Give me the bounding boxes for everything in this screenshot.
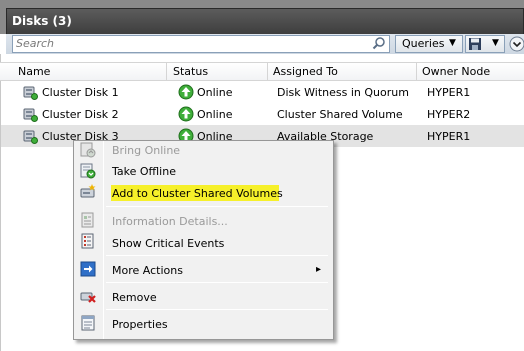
menu-item-add-to-cluster-shared-volumes[interactable]: Add to Cluster Shared Volumes — [112, 187, 283, 200]
menu-item-more-actions[interactable]: More Actions — [112, 264, 183, 277]
panel-titlebar — [6, 8, 524, 34]
chevron-down-icon: ▼ — [449, 38, 456, 48]
menu-item-bring-online[interactable]: Bring Online — [112, 144, 180, 157]
remove-icon — [80, 292, 96, 303]
column-header-status[interactable]: Status — [173, 65, 208, 78]
column-header-assigned-to[interactable]: Assigned To — [273, 65, 338, 78]
queries-label: Queries — [402, 37, 445, 50]
bring-online-icon — [80, 142, 96, 158]
disk-name: Cluster Disk 2 — [42, 108, 119, 121]
save-icon — [469, 38, 481, 50]
take-offline-icon — [80, 163, 96, 179]
search-icon[interactable] — [372, 36, 386, 50]
chevron-down-icon: ▼ — [492, 38, 499, 48]
information-details-icon — [81, 212, 94, 228]
menu-item-take-offline[interactable]: Take Offline — [112, 165, 176, 178]
menu-icon-gutter — [103, 141, 104, 339]
column-divider[interactable] — [166, 63, 167, 80]
search-input[interactable] — [12, 35, 390, 53]
search-placeholder: Search — [16, 37, 55, 50]
disk-owner-node: HYPER2 — [427, 108, 471, 121]
menu-item-information-details[interactable]: Information Details... — [112, 215, 228, 228]
disk-owner-node: HYPER1 — [427, 130, 471, 143]
menu-separator — [106, 255, 328, 256]
critical-events-icon — [81, 233, 94, 249]
column-divider[interactable] — [267, 63, 268, 80]
add-csv-icon — [80, 184, 96, 198]
properties-icon — [81, 315, 95, 331]
menu-item-properties[interactable]: Properties — [112, 318, 168, 331]
disk-status: Online — [197, 108, 233, 121]
panel-title: Disks (3) — [12, 14, 72, 28]
more-actions-icon — [80, 261, 96, 277]
expand-icon[interactable] — [508, 35, 524, 53]
cluster-disk-icon — [23, 130, 38, 144]
disk-status: Online — [197, 86, 233, 99]
column-header-owner-node[interactable]: Owner Node — [422, 65, 490, 78]
cluster-disk-icon — [23, 108, 38, 122]
cluster-disk-icon — [23, 86, 38, 100]
menu-item-show-critical-events[interactable]: Show Critical Events — [112, 237, 224, 250]
disk-name: Cluster Disk 1 — [42, 86, 119, 99]
disk-assigned-to: Disk Witness in Quorum — [277, 86, 409, 99]
menu-separator — [106, 282, 328, 283]
disk-owner-node: HYPER1 — [427, 86, 471, 99]
menu-separator — [106, 309, 328, 310]
column-divider[interactable] — [416, 63, 417, 80]
disk-assigned-to: Cluster Shared Volume — [277, 108, 403, 121]
online-status-icon — [178, 84, 194, 100]
menu-separator — [106, 206, 328, 207]
online-status-icon — [178, 106, 194, 122]
submenu-arrow-icon: ▸ — [316, 264, 322, 275]
menu-item-remove[interactable]: Remove — [112, 291, 157, 304]
column-header-name[interactable]: Name — [18, 65, 50, 78]
